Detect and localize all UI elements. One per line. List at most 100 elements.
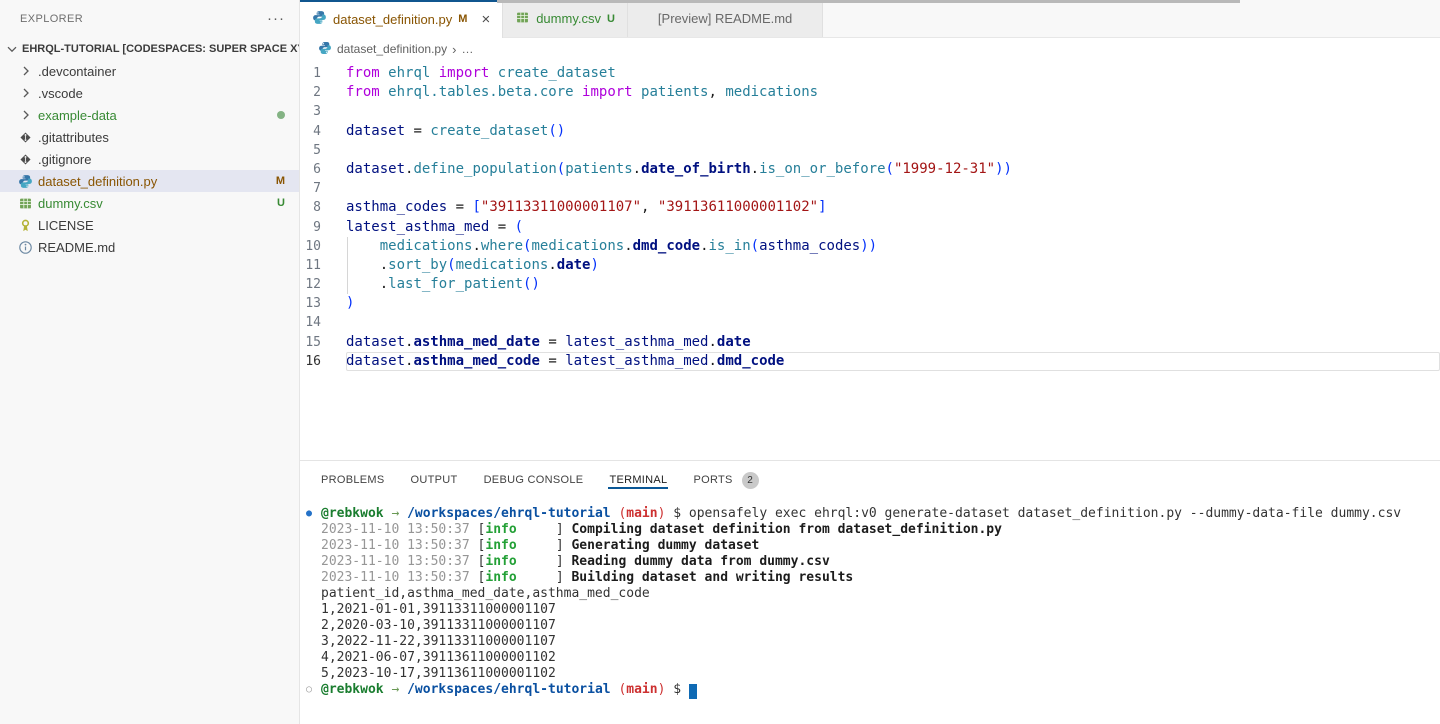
panel-tab-terminal[interactable]: TERMINAL — [608, 464, 668, 496]
chevron-right-icon — [18, 85, 38, 101]
code-line-13: 13) — [300, 294, 1440, 313]
code-line-2: 2from ehrql.tables.beta.core import pati… — [300, 83, 1440, 102]
terminal-line: 4,2021-06-07,39113611000001102 — [321, 650, 1440, 666]
file-label: .gitignore — [38, 152, 285, 167]
code-line-6: 6dataset.define_population(patients.date… — [300, 160, 1440, 179]
panel-tab-output[interactable]: OUTPUT — [410, 464, 459, 496]
code-line-7: 7 — [300, 179, 1440, 198]
file-label: LICENSE — [38, 218, 285, 233]
line-number: 5 — [300, 141, 346, 160]
terminal-cursor — [689, 684, 697, 699]
file-label: dummy.csv — [38, 196, 269, 211]
tab-label: dataset_definition.py — [333, 12, 452, 27]
file-item-dataset-definition-py[interactable]: dataset_definition.py M — [0, 170, 299, 192]
panel-tab-debug-console[interactable]: DEBUG CONSOLE — [483, 464, 585, 496]
git-icon — [18, 130, 38, 145]
chevron-right-icon — [18, 107, 38, 123]
close-icon[interactable]: × — [481, 12, 490, 27]
file-tree: .devcontainer .vscode example-data .gitattr… — [0, 60, 299, 724]
info-icon — [18, 240, 38, 255]
file-label: .devcontainer — [38, 64, 285, 79]
breadcrumb[interactable]: dataset_definition.py › … — [300, 38, 1440, 60]
code-line-11: 11 .sort_by(medications.date) — [300, 256, 1440, 275]
line-number: 16 — [300, 352, 346, 371]
more-actions-icon[interactable]: ··· — [267, 14, 285, 24]
terminal-line: 2,2020-03-10,39113311000001107 — [321, 618, 1440, 634]
file-item-vscode[interactable]: .vscode — [0, 82, 299, 104]
line-number: 1 — [300, 64, 346, 83]
panel-tab-label: PORTS — [693, 474, 732, 486]
terminal-line: 1,2021-01-01,39113311000001107 — [321, 602, 1440, 618]
code-line-12: 12 .last_for_patient() — [300, 275, 1440, 294]
breadcrumb-more[interactable]: … — [461, 42, 473, 56]
panel-tab-problems[interactable]: PROBLEMS — [320, 464, 386, 496]
terminal-line: 2023-11-10 13:50:37 [info ] Generating d… — [321, 538, 1440, 554]
file-label: .vscode — [38, 86, 285, 101]
terminal-line: 2023-11-10 13:50:37 [info ] Building dat… — [321, 570, 1440, 586]
tab-label: dummy.csv — [536, 11, 601, 26]
file-item-gitattributes[interactable]: .gitattributes — [0, 126, 299, 148]
tab-dataset-definition-py[interactable]: dataset_definition.py M × — [300, 0, 503, 38]
terminal[interactable]: ●@rebkwok → /workspaces/ehrql-tutorial (… — [300, 499, 1440, 724]
terminal-line: 2023-11-10 13:50:37 [info ] Compiling da… — [321, 522, 1440, 538]
line-number: 10 — [300, 237, 346, 256]
git-status-badge: M — [458, 13, 467, 25]
tab-label: [Preview] README.md — [658, 11, 792, 26]
terminal-line: patient_id,asthma_med_date,asthma_med_co… — [321, 586, 1440, 602]
code-line-10: 10 medications.where(medications.dmd_cod… — [300, 237, 1440, 256]
file-item-devcontainer[interactable]: .devcontainer — [0, 60, 299, 82]
code-line-4: 4dataset = create_dataset() — [300, 122, 1440, 141]
terminal-line: 5,2023-10-17,39113611000001102 — [321, 666, 1440, 682]
code-line-3: 3 — [300, 102, 1440, 121]
line-number: 11 — [300, 256, 346, 275]
breadcrumb-separator: › — [452, 42, 456, 57]
git-status-badge: M — [276, 175, 285, 187]
command-pending-decoration-icon[interactable]: ○ — [306, 682, 312, 698]
line-number: 15 — [300, 333, 346, 352]
code-line-9: 9latest_asthma_med = ( — [300, 218, 1440, 237]
vscode-window: EXPLORER ··· EHRQL-TUTORIAL [CODESPACES:… — [0, 0, 1440, 724]
code-line-16: 16dataset.asthma_med_code = latest_asthm… — [300, 352, 1440, 371]
panel-tab-label: DEBUG CONSOLE — [484, 474, 584, 486]
csv-icon — [515, 10, 530, 28]
terminal-line: ○@rebkwok → /workspaces/ehrql-tutorial (… — [321, 682, 1440, 699]
command-success-decoration-icon[interactable]: ● — [306, 506, 312, 522]
explorer-title: EXPLORER — [20, 13, 83, 25]
line-number: 8 — [300, 198, 346, 217]
tabbar-scrollbar[interactable] — [497, 0, 1240, 3]
terminal-line: ●@rebkwok → /workspaces/ehrql-tutorial (… — [321, 506, 1440, 522]
panel-tab-label: OUTPUT — [411, 474, 458, 486]
code-line-8: 8asthma_codes = ["39113311000001107", "3… — [300, 198, 1440, 217]
git-icon — [18, 152, 38, 167]
code-editor[interactable]: 1from ehrql import create_dataset2from e… — [300, 60, 1440, 460]
file-item-readme-md[interactable]: README.md — [0, 236, 299, 258]
panel-tab-ports[interactable]: PORTS 2 — [692, 462, 759, 499]
sidebar-header: EXPLORER ··· — [0, 0, 299, 38]
editor-group: dataset_definition.py M × dummy.csvU [Previe… — [300, 0, 1440, 460]
breadcrumb-file[interactable]: dataset_definition.py — [337, 42, 447, 56]
csv-icon — [18, 196, 38, 211]
python-icon — [18, 174, 38, 189]
code-line-5: 5 — [300, 141, 1440, 160]
git-status-badge: U — [277, 197, 285, 209]
python-icon — [318, 41, 332, 58]
terminal-line: 2023-11-10 13:50:37 [info ] Reading dumm… — [321, 554, 1440, 570]
tab-preview-readme-md[interactable]: [Preview] README.md — [628, 0, 823, 37]
panel-tab-label: PROBLEMS — [321, 474, 385, 486]
file-item-dummy-csv[interactable]: dummy.csv U — [0, 192, 299, 214]
workspace-section-header[interactable]: EHRQL-TUTORIAL [CODESPACES: SUPER SPACE … — [0, 38, 299, 60]
file-label: .gitattributes — [38, 130, 285, 145]
line-number: 14 — [300, 313, 346, 332]
file-item-example-data[interactable]: example-data — [0, 104, 299, 126]
terminal-line: 3,2022-11-22,39113311000001107 — [321, 634, 1440, 650]
line-number: 4 — [300, 122, 346, 141]
chevron-down-icon — [4, 41, 20, 57]
file-item-license[interactable]: LICENSE — [0, 214, 299, 236]
workspace-title: EHRQL-TUTORIAL [CODESPACES: SUPER SPACE … — [22, 43, 299, 55]
line-number: 7 — [300, 179, 346, 198]
file-label: dataset_definition.py — [38, 174, 268, 189]
editor-and-panel: dataset_definition.py M × dummy.csvU [Previe… — [300, 0, 1440, 724]
file-item-gitignore[interactable]: .gitignore — [0, 148, 299, 170]
ports-badge: 2 — [742, 472, 759, 489]
tab-dummy-csv[interactable]: dummy.csvU — [503, 0, 628, 37]
